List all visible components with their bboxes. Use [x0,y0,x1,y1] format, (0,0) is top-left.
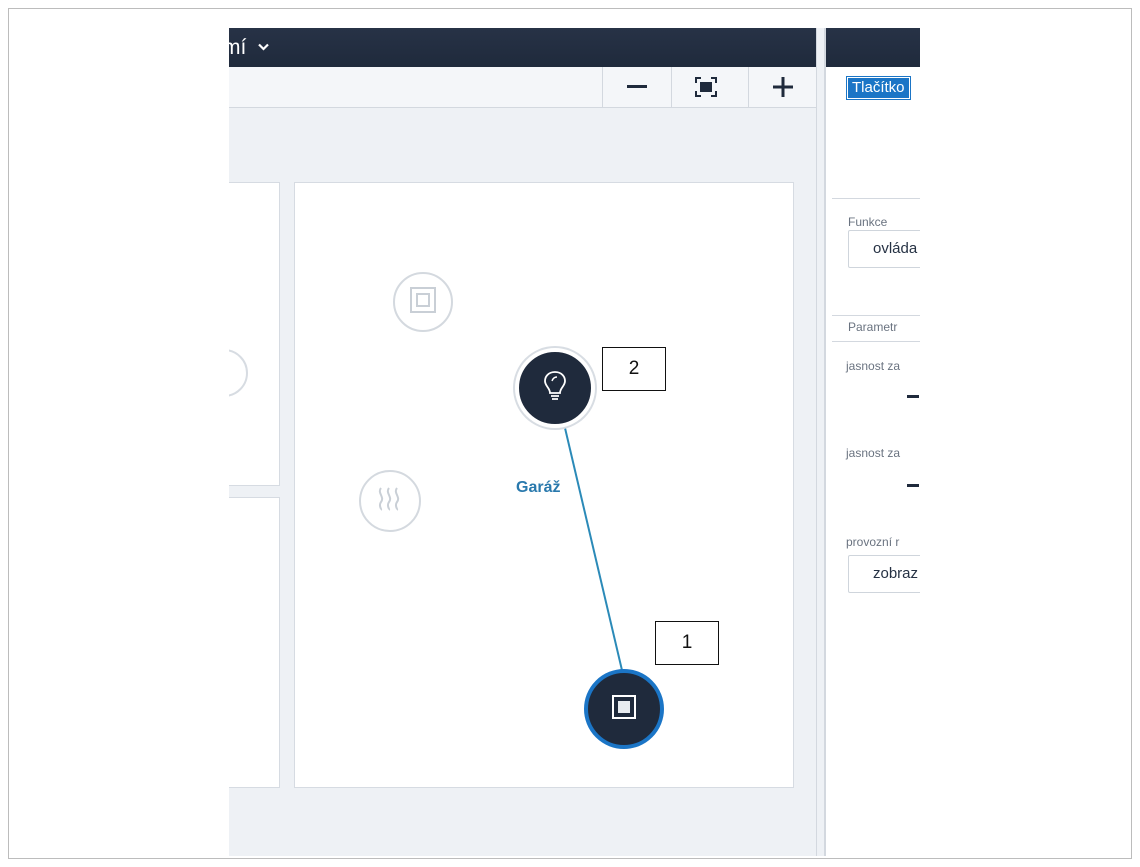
properties-header [826,28,920,67]
jasnost-1-label: jasnost za [846,359,901,373]
jasnost-2-label: jasnost za [846,446,901,460]
minus-icon [627,85,647,89]
device-ring-partial [229,349,248,397]
callout-2: 2 [602,347,666,391]
plus-icon [773,77,793,97]
fit-to-screen-icon [695,77,717,97]
section-divider [832,341,920,342]
zoom-in-button[interactable] [748,67,816,107]
parametr-label: Parametr [848,320,898,334]
callout-1: 1 [655,621,719,665]
properties-panel: Tlačítko Funkce ovláda Parametr jasnost … [825,28,920,856]
section-divider [832,315,920,316]
switch-device-active[interactable] [584,669,664,749]
jasnost-2-decrease-button[interactable] [907,484,919,487]
heating-device[interactable] [359,470,421,532]
funkce-label: Funkce [848,215,888,229]
editor-title-text: mí [229,36,247,59]
editor-title[interactable]: mí [229,33,269,60]
room-label-garaz: Garáž [516,479,561,496]
room-card-lower-left [229,497,280,788]
zoom-out-button[interactable] [602,67,671,107]
section-divider [832,198,920,199]
switch-square-icon [410,286,436,318]
room-card-upper-left [229,182,280,486]
funkce-select[interactable]: ovláda [848,230,920,268]
floorplan-editor: mí Garáž [229,28,816,856]
panel-splitter[interactable] [816,28,825,856]
switch-device-inactive[interactable] [393,272,453,332]
fit-to-screen-button[interactable] [671,67,740,107]
light-bulb-icon [543,370,567,407]
jasnost-1-decrease-button[interactable] [907,395,919,398]
chevron-down-icon [258,33,269,57]
heating-icon [375,486,405,517]
room-card-garaz: Garáž [294,182,794,788]
editor-toolbar [229,67,816,108]
editor-header: mí [229,28,816,67]
switch-square-icon [612,694,636,724]
device-type-tag: Tlačítko [846,76,911,100]
provozni-select[interactable]: zobraz [848,555,920,593]
provozni-label: provozní r [846,535,900,549]
light-device[interactable] [515,348,595,428]
